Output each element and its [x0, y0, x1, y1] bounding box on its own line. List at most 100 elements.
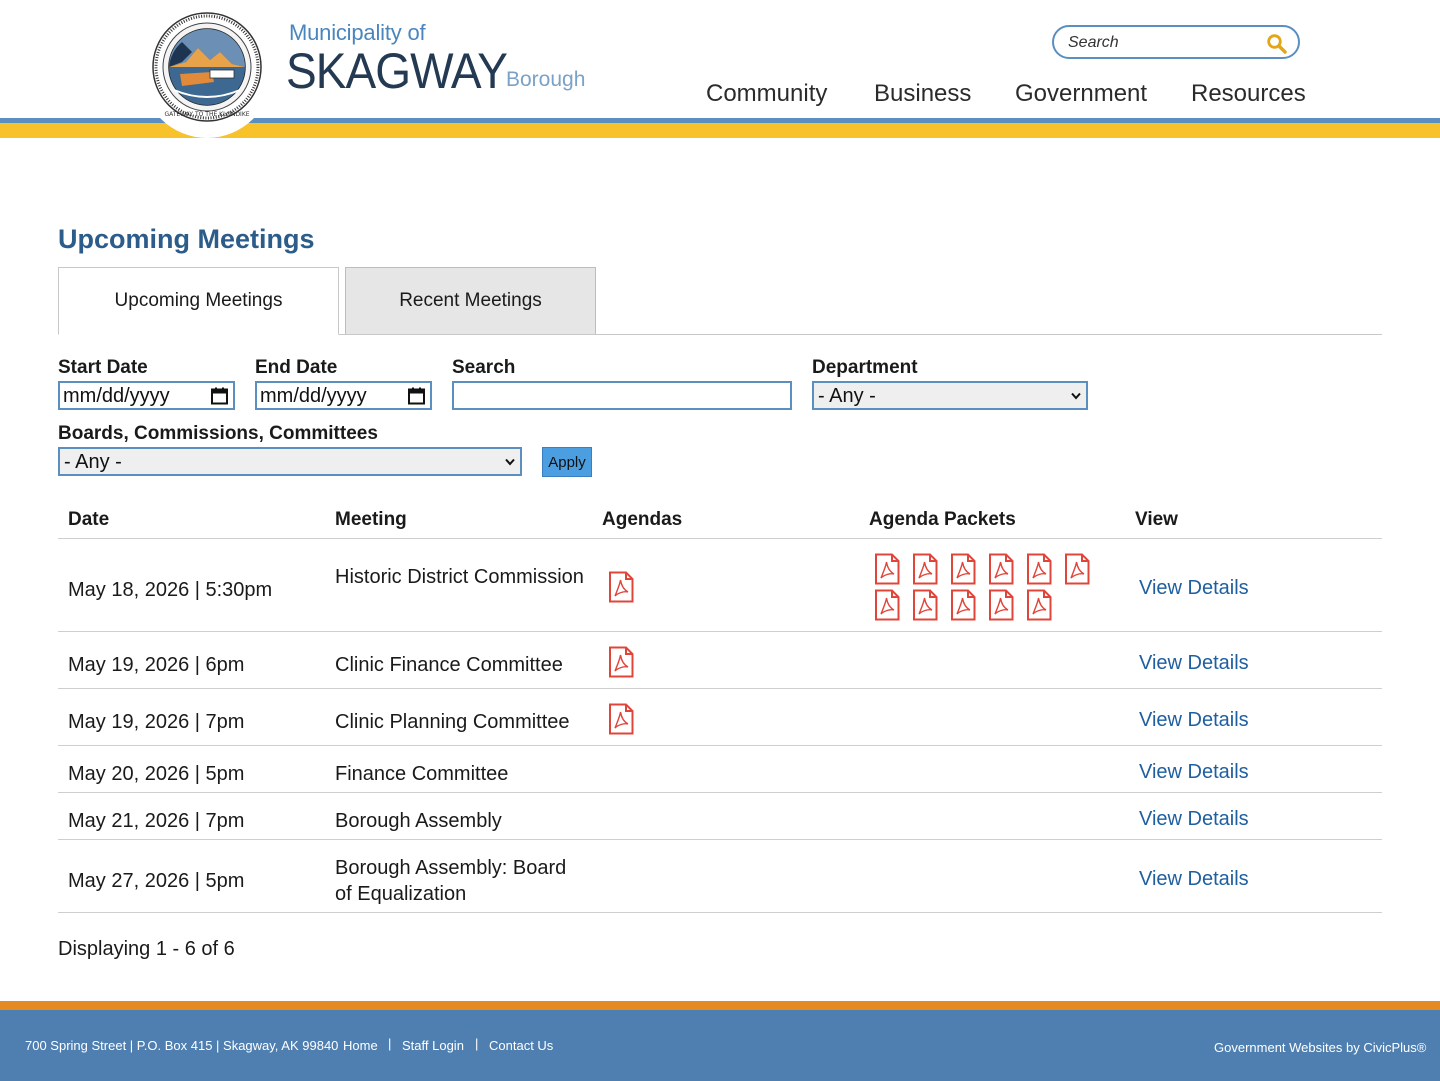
nav-resources[interactable]: Resources [1191, 80, 1306, 108]
calendar-icon[interactable] [408, 387, 425, 405]
pdf-icon [989, 589, 1014, 621]
view-details-link[interactable]: View Details [1139, 761, 1249, 784]
department-label: Department [812, 357, 918, 378]
search-label: Search [452, 357, 516, 378]
boards-select-value: - Any - [64, 451, 122, 473]
meeting-search-input[interactable] [452, 381, 792, 410]
boards-label: Boards, Commissions, Committees [58, 423, 378, 444]
apply-button[interactable]: Apply [542, 447, 592, 477]
meeting-name: Historic District Commission [335, 566, 584, 588]
chevron-down-icon [1071, 392, 1081, 400]
table-divider [58, 538, 1382, 539]
meeting-date: May 27, 2026 | 5pm [68, 870, 245, 892]
calendar-icon[interactable] [211, 387, 228, 405]
site-search-input[interactable] [1068, 32, 1258, 54]
meeting-name: Borough Assembly [335, 810, 502, 832]
pdf-icon [875, 553, 900, 585]
meeting-name: Clinic Finance Committee [335, 654, 563, 676]
agenda-packet-pdf-link[interactable] [1063, 553, 1091, 585]
tab-recent-meetings[interactable]: Recent Meetings [345, 267, 596, 335]
column-header-view: View [1135, 509, 1178, 530]
pdf-icon [609, 703, 634, 735]
agenda-packet-pdf-link[interactable] [987, 589, 1015, 621]
end-date-label: End Date [255, 357, 338, 378]
agenda-packet-pdf-link[interactable] [949, 589, 977, 621]
nav-government[interactable]: Government [1015, 80, 1147, 108]
footer-stripe-orange [0, 1001, 1440, 1010]
table-divider [58, 912, 1382, 913]
footer-link-staff-login[interactable]: Staff Login [402, 1038, 464, 1053]
view-details-link[interactable]: View Details [1139, 652, 1249, 675]
svg-text:GATEWAY TO THE KLONDIKE: GATEWAY TO THE KLONDIKE [164, 111, 249, 118]
meeting-date: May 20, 2026 | 5pm [68, 763, 245, 785]
view-details-link[interactable]: View Details [1139, 709, 1249, 732]
meeting-date: May 19, 2026 | 7pm [68, 711, 245, 733]
start-date-value: mm/dd/yyyy [63, 385, 170, 407]
pdf-icon [913, 589, 938, 621]
footer-link-contact-us[interactable]: Contact Us [489, 1038, 553, 1053]
table-divider [58, 688, 1382, 689]
view-details-link[interactable]: View Details [1139, 868, 1249, 891]
footer-separator: | [388, 1036, 392, 1051]
footer-link-home[interactable]: Home [343, 1038, 378, 1053]
footer-separator: | [475, 1036, 479, 1051]
pdf-icon [1065, 553, 1090, 585]
footer-address: 700 Spring Street | P.O. Box 415 | Skagw… [25, 1038, 339, 1053]
nav-community[interactable]: Community [706, 80, 827, 108]
view-details-link[interactable]: View Details [1139, 577, 1249, 600]
meeting-name: Finance Committee [335, 763, 509, 785]
search-icon[interactable] [1266, 33, 1288, 55]
site-search-box [1052, 25, 1300, 59]
meeting-date: May 21, 2026 | 7pm [68, 810, 245, 832]
department-select[interactable]: - Any - [812, 381, 1088, 410]
table-divider [58, 631, 1382, 632]
meeting-name: Clinic Planning Committee [335, 711, 570, 733]
agenda-packet-pdf-link[interactable] [873, 553, 901, 585]
nav-business[interactable]: Business [874, 80, 971, 108]
chevron-down-icon [505, 458, 515, 466]
pdf-icon [875, 589, 900, 621]
agenda-packet-pdf-link[interactable] [987, 553, 1015, 585]
column-header-meeting: Meeting [335, 509, 407, 530]
pdf-icon [609, 646, 634, 678]
agenda-packet-pdf-link[interactable] [873, 589, 901, 621]
agenda-packet-pdf-link[interactable] [1025, 553, 1053, 585]
tab-upcoming-meetings[interactable]: Upcoming Meetings [58, 267, 339, 335]
logo-suffix-borough[interactable]: Borough [506, 68, 585, 92]
start-date-input[interactable]: mm/dd/yyyy [58, 381, 235, 410]
view-details-link[interactable]: View Details [1139, 808, 1249, 831]
borough-seal-logo[interactable]: GATEWAY TO THE KLONDIKE [152, 12, 262, 122]
pagination-summary: Displaying 1 - 6 of 6 [58, 938, 235, 960]
pdf-icon [951, 589, 976, 621]
end-date-value: mm/dd/yyyy [260, 385, 367, 407]
table-divider [58, 745, 1382, 746]
agenda-pdf-link[interactable] [607, 571, 635, 603]
pdf-icon [989, 553, 1014, 585]
meeting-name: Borough Assembly: Board of Equalization [335, 857, 567, 905]
meeting-date: May 19, 2026 | 6pm [68, 654, 245, 676]
logo-wordmark-skagway[interactable]: SKAGWAY [286, 42, 508, 100]
table-divider [58, 839, 1382, 840]
end-date-input[interactable]: mm/dd/yyyy [255, 381, 432, 410]
department-select-value: - Any - [818, 385, 876, 407]
pdf-icon [609, 571, 634, 603]
agenda-packet-pdf-link[interactable] [911, 553, 939, 585]
agenda-packet-pdf-link[interactable] [949, 553, 977, 585]
pdf-icon [951, 553, 976, 585]
pdf-icon [1027, 553, 1052, 585]
start-date-label: Start Date [58, 357, 148, 378]
column-header-date: Date [68, 509, 110, 530]
agenda-pdf-link[interactable] [607, 703, 635, 735]
pdf-icon [913, 553, 938, 585]
agenda-pdf-link[interactable] [607, 646, 635, 678]
agenda-packet-pdf-link[interactable] [1025, 589, 1053, 621]
pdf-icon [1027, 589, 1052, 621]
column-header-agendas: Agendas [602, 509, 683, 530]
agenda-packet-pdf-link[interactable] [911, 589, 939, 621]
table-divider [58, 792, 1382, 793]
footer-credit[interactable]: Government Websites by CivicPlus® [1214, 1040, 1426, 1055]
tab-divider [339, 334, 1382, 335]
column-header-agenda-packets: Agenda Packets [869, 509, 1016, 530]
meeting-date: May 18, 2026 | 5:30pm [68, 579, 273, 601]
boards-select[interactable]: - Any - [58, 447, 522, 476]
